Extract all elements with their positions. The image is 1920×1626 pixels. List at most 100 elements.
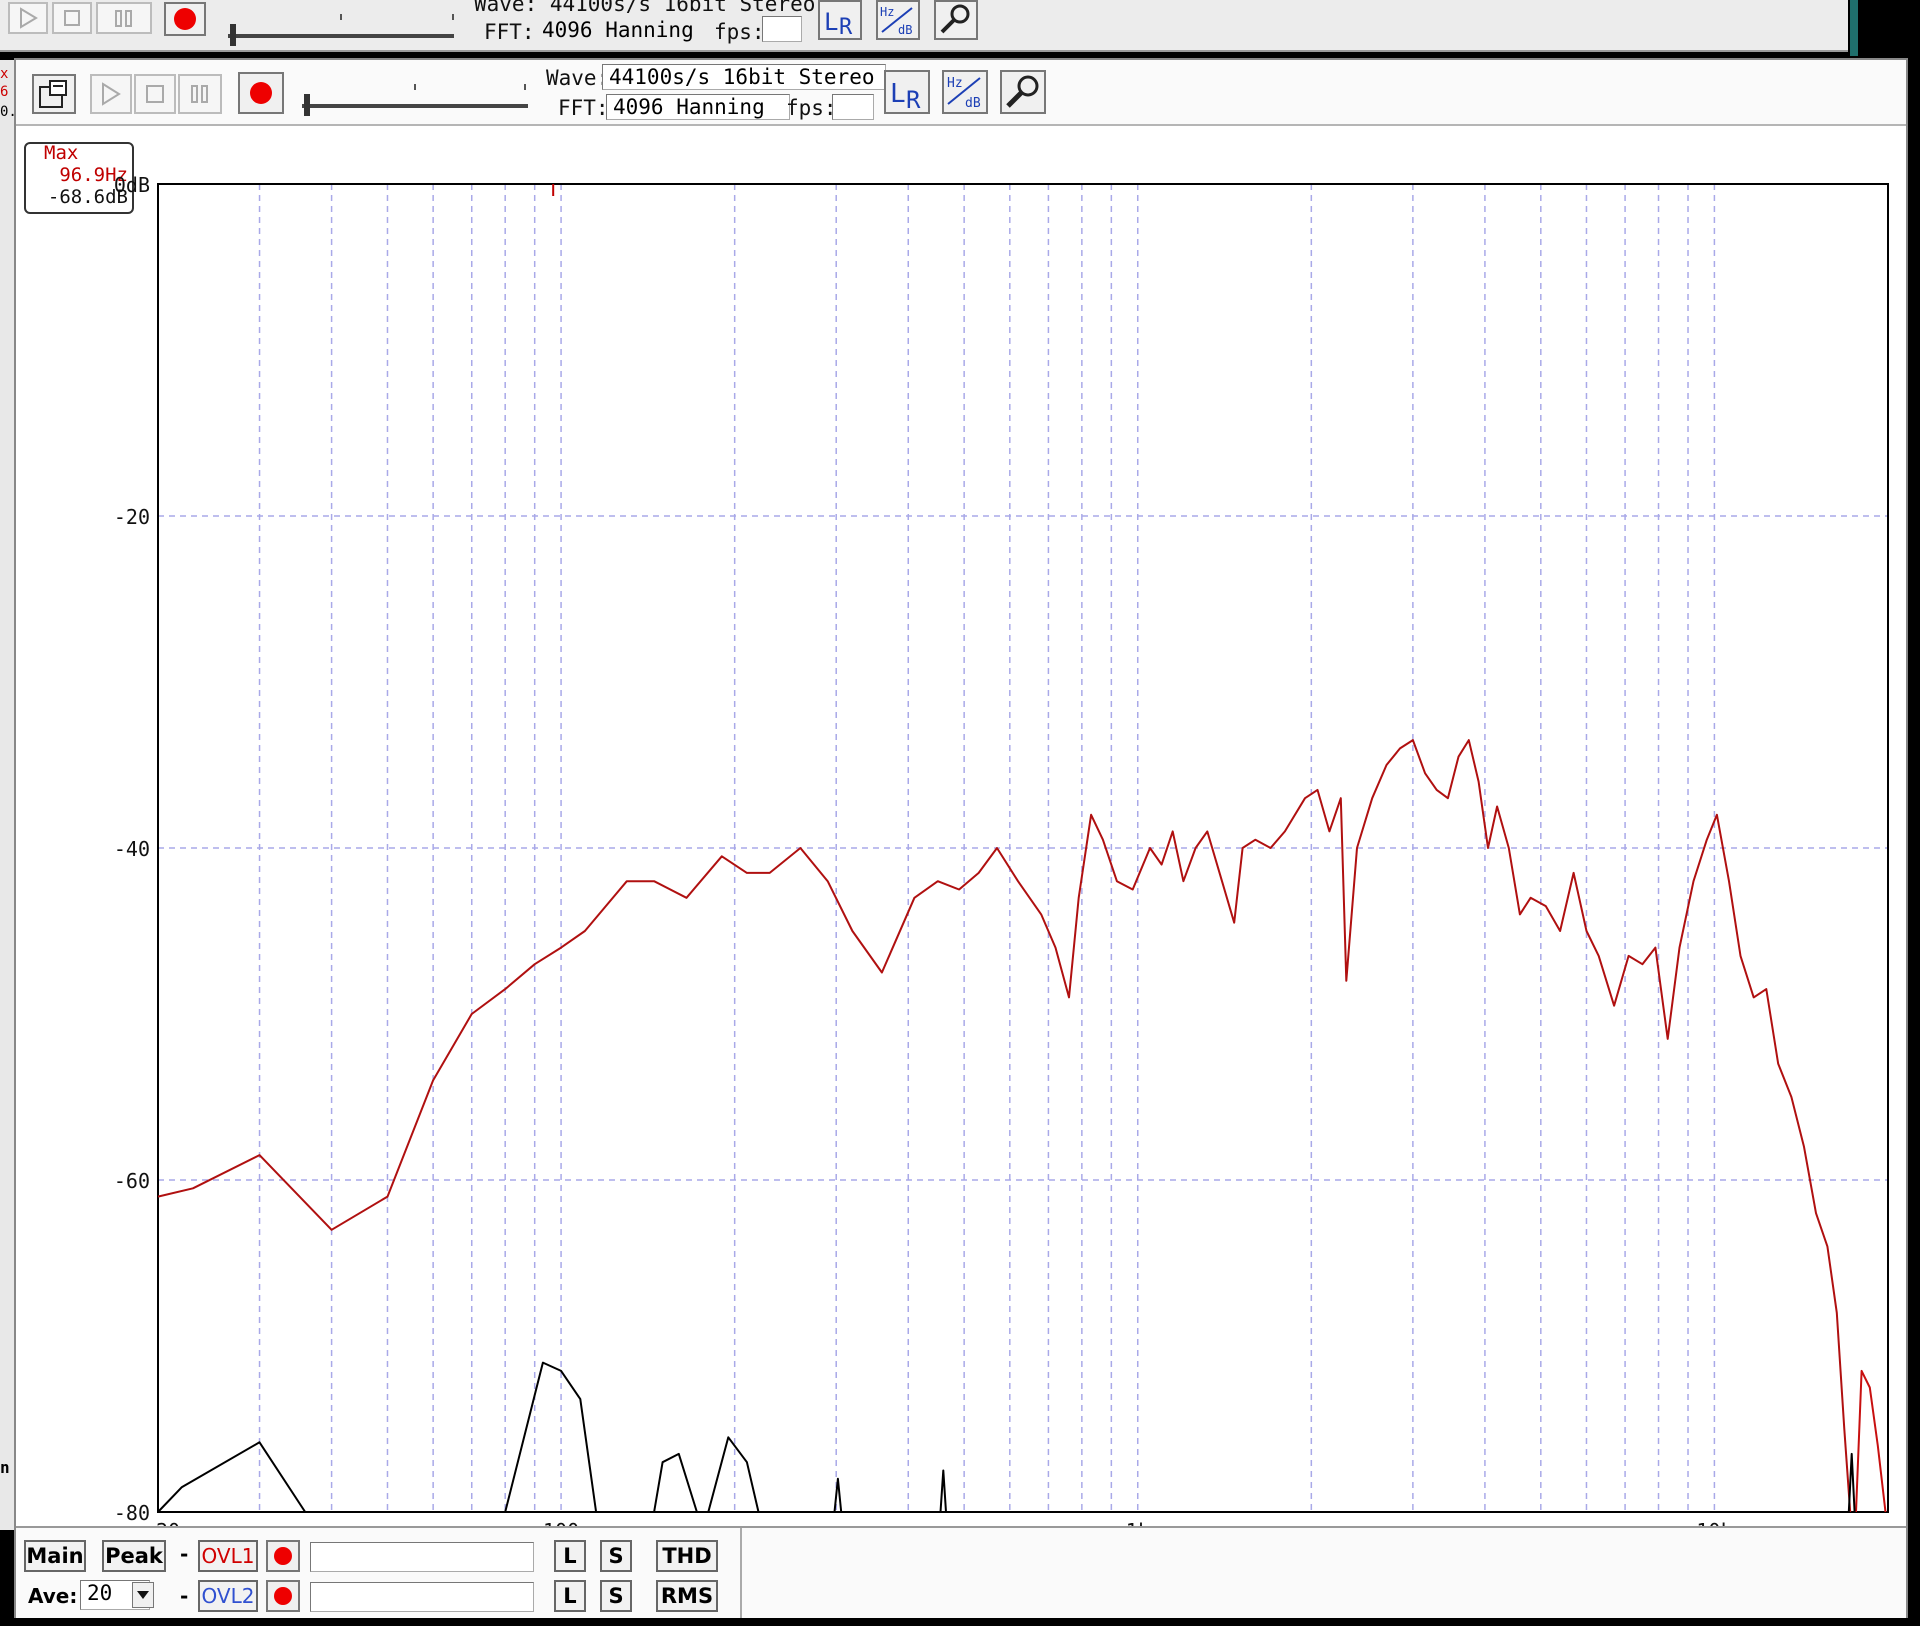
bg-settings-button[interactable] [934,0,978,40]
spectrum-analyzer-window: Wave: 44100s/s 16bit Stereo FFT: 4096 Ha… [14,58,1908,1618]
record-dot-icon [274,1547,292,1565]
ave-dropdown-button[interactable] [132,1582,154,1608]
ovl2-button[interactable]: OVL2 [198,1580,258,1612]
y-tick-label: -20 [114,505,150,529]
bg-fft-field[interactable]: 4096 Hanning [536,18,702,44]
slider-tick [452,14,454,20]
settings-button[interactable] [1000,70,1046,114]
bg-wave-format-text: Wave: 44100s/s 16bit Stereo [474,0,816,16]
plot-frame [157,183,1889,1513]
ave-label: Ave: [28,1584,78,1608]
rms-button[interactable]: RMS [656,1580,718,1612]
series-line-2 [157,1361,1856,1513]
bottom-control-panel: Main Peak - OVL1 L S THD Ave: 20 - OVL2 … [16,1526,1906,1618]
chart-grid [158,184,1888,1512]
bg-pause-button[interactable] [96,2,152,34]
ovl2-save-button[interactable]: S [600,1580,632,1612]
ovl1-button[interactable]: OVL1 [198,1540,258,1572]
pause-icon [115,10,132,27]
y-tick-label: 0dB [114,173,150,197]
stop-icon [64,10,80,26]
open-file-icon [39,80,67,108]
y-tick-label: -60 [114,1169,150,1193]
y-axis-labels: 0dB -20 -40 -60 -80 [114,173,150,1525]
lr-icon: LR [890,79,921,112]
bg-slider-thumb[interactable] [230,24,236,46]
lr-icon: LR [824,8,853,38]
wave-label: Wave: [546,66,610,90]
bg-play-button[interactable] [8,2,48,34]
slider-thumb[interactable] [304,94,310,116]
slider-tick [524,84,526,90]
main-button[interactable]: Main [24,1540,86,1572]
spectrum-chart[interactable]: 0dB-20-40-60-80 201001k10k [16,124,1906,1534]
lr-channel-button[interactable]: LR [884,70,930,114]
svg-text:L: L [824,8,838,36]
svg-text:Hz: Hz [947,76,963,91]
ovl1-name-field[interactable] [310,1542,534,1572]
record-dot-icon [174,8,196,30]
bg-record-button[interactable] [164,2,206,36]
left-window-edge: x 6 0. n [0,60,17,1530]
record-button[interactable] [238,72,284,114]
bg-fps-field [762,16,802,42]
slider-tick [414,84,416,90]
hz-db-scale-button[interactable]: Hz dB [942,70,988,114]
series-line-1 [1855,1369,1887,1513]
desktop-background [1850,0,1858,56]
dash-separator: - [180,1542,189,1566]
peak-button[interactable]: Peak [102,1540,166,1572]
play-icon [102,82,121,106]
edge-glyph: x [0,66,9,82]
background-window-toolbar: Wave: 44100s/s 16bit Stereo FFT: 4096 Ha… [0,0,1848,52]
svg-text:dB: dB [898,23,912,37]
play-button[interactable] [90,74,132,114]
stop-button[interactable] [134,74,176,114]
pause-icon [191,85,208,103]
ovl1-record-button[interactable] [266,1540,300,1572]
bg-lr-button[interactable]: LR [818,0,862,40]
chevron-down-icon [137,1591,149,1599]
ovl2-record-button[interactable] [266,1580,300,1612]
svg-text:L: L [890,79,906,109]
bg-input-level-slider[interactable] [228,34,454,38]
fft-label: FFT: [558,96,609,120]
edge-glyph: n [0,1458,10,1477]
record-dot-icon [250,82,272,104]
dash-separator: - [180,1584,189,1608]
svg-text:dB: dB [965,96,981,111]
y-tick-label: -40 [114,837,150,861]
hz-db-scale-icon: HzdB [947,76,981,111]
fps-label: fps: [786,96,837,120]
bg-fps-label: fps: [714,20,765,44]
ovl2-name-field[interactable] [310,1582,534,1612]
svg-text:R: R [839,15,853,38]
hz-db-scale-icon: HzdB [880,5,913,37]
bg-hz-db-button[interactable]: Hz dB [876,0,920,40]
input-level-slider[interactable] [302,104,528,108]
ovl1-save-button[interactable]: S [600,1540,632,1572]
ovl1-load-button[interactable]: L [554,1540,586,1572]
wrench-icon [940,4,970,34]
fps-field [832,94,874,120]
ovl2-load-button[interactable]: L [554,1580,586,1612]
pause-button[interactable] [178,74,222,114]
wrench-icon [1006,75,1039,108]
edge-glyph: 6 [0,84,9,100]
chart-series [157,739,1887,1513]
stop-icon [146,85,164,103]
bg-fft-label: FFT: [484,20,535,44]
record-dot-icon [274,1587,292,1605]
svg-text:Hz: Hz [880,5,894,19]
wave-format-field: 44100s/s 16bit Stereo [602,64,886,90]
bg-stop-button[interactable] [52,2,92,34]
panel-divider [740,1528,742,1618]
series-line-0 [157,739,1852,1513]
fft-field[interactable]: 4096 Hanning [606,94,790,120]
thd-button[interactable]: THD [656,1540,718,1572]
svg-text:R: R [906,86,921,112]
open-file-button[interactable] [32,74,76,114]
play-icon [20,7,38,29]
y-tick-label: -80 [114,1501,150,1525]
toolbar: Wave: 44100s/s 16bit Stereo FFT: 4096 Ha… [16,60,1906,126]
